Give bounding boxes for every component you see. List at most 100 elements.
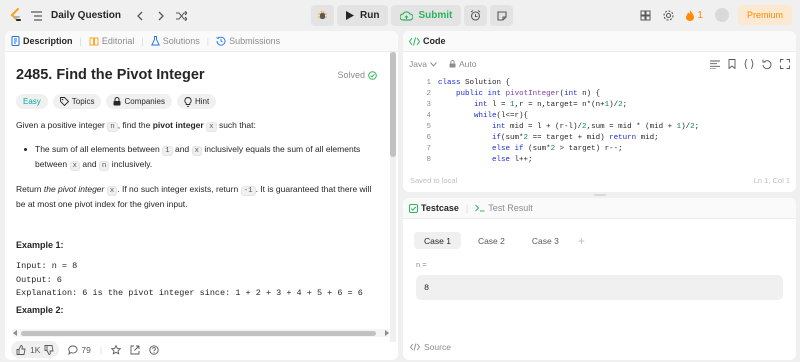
case-tabs: Case 1 Case 2 Case 3 + [414,232,796,249]
share-icon[interactable] [130,345,140,355]
streak-counter[interactable]: 1 [686,9,703,21]
flask-icon [150,36,160,46]
scroll-right-arrow-icon[interactable] [384,330,389,336]
tab-divider: | [465,203,469,213]
code-brackets-icon [410,343,420,351]
code-brackets-icon [409,36,420,46]
star-icon[interactable] [111,344,122,355]
submit-button[interactable]: Submit [391,5,462,26]
companies-tag[interactable]: Companies [106,94,172,109]
example-2-title: Example 2: [16,304,64,315]
add-case-plus-icon[interactable]: + [578,234,585,248]
saved-status: Saved to local [410,176,458,185]
testcase-input[interactable]: 8 [416,275,783,300]
text: such that: [216,120,256,130]
difficulty-badge: Easy [16,94,48,109]
scroll-left-arrow-icon[interactable] [13,330,18,336]
source-button[interactable]: Source [410,342,451,352]
language-value: Java [409,59,427,69]
tab-editorial-label: Editorial [101,36,135,46]
companies-label: Companies [124,97,165,106]
alarm-clock-icon [470,10,481,21]
chevron-left-icon[interactable] [136,11,143,21]
tab-test-result[interactable]: Test Result [475,203,533,213]
lock-icon [113,97,121,106]
premium-button[interactable]: Premium [737,5,792,25]
solved-label: Solved [337,70,365,80]
chevron-down-icon [430,61,437,67]
problem-title[interactable]: 2485. Find the Pivot Integer [16,67,205,83]
tab-submissions[interactable]: Submissions [216,36,280,46]
topics-tag[interactable]: Topics [52,94,102,109]
hint-tag[interactable]: Hint [176,94,217,109]
cloud-upload-icon [400,10,414,21]
tab-description[interactable]: Description [11,36,73,46]
code-line: else l++; [492,156,533,164]
chevron-right-icon[interactable] [158,11,165,21]
checkbox-icon [409,203,418,213]
thumbs-down-icon[interactable] [44,344,54,355]
text: Return [16,184,44,194]
case-3-tab[interactable]: Case 3 [522,232,569,249]
tab-testcase[interactable]: Testcase [409,203,459,213]
code-editor[interactable]: 1 2 3 4 5 6 7 8 class Solution { public … [403,76,796,164]
timer-button[interactable] [464,5,488,26]
code-line: while(l<=r){ [474,112,529,120]
vertical-scrollbar[interactable] [390,52,396,342]
auto-mode[interactable]: Auto [449,59,476,69]
tab-editorial[interactable]: Editorial [89,36,135,46]
run-button[interactable]: Run [337,5,389,26]
problem-list-icon[interactable] [31,10,42,21]
bookmark-icon[interactable] [728,59,736,69]
text: , find the [117,120,153,130]
case-2-tab[interactable]: Case 2 [468,232,515,249]
testcase-panel: Testcase | Test Result Case 1 Case 2 Cas… [403,198,796,360]
text: Given a positive integer [16,120,108,130]
code-line: int l = 1,r = n,target= n*(n+1)/2; [474,101,628,109]
problem-description: 2485. Find the Pivot Integer Solved Easy… [5,52,388,330]
shuffle-icon[interactable] [176,10,188,21]
scroll-thumb[interactable] [390,52,396,157]
top-bar: Daily Question Run Submit 1 Premium [0,0,800,31]
test-tab-bar: Testcase | Test Result [403,198,796,219]
inline-code: -1 [240,186,256,196]
case-1-tab[interactable]: Case 1 [414,232,461,249]
submit-label: Submit [418,10,453,21]
list-item: The sum of all elements between 1 and x … [24,143,377,173]
code-tab-bar: Code [403,31,796,52]
avatar[interactable] [714,8,729,22]
language-select[interactable]: Java [409,59,437,69]
notes-button[interactable] [490,5,514,26]
tab-code[interactable]: Code [409,36,446,46]
comments-button[interactable]: 79 [68,345,91,355]
expand-icon[interactable] [780,59,790,69]
italic-text: the pivot integer [43,184,107,194]
leetcode-logo-icon[interactable] [8,8,22,24]
text: and [172,144,192,154]
document-icon [11,36,20,46]
thumbs-up-icon[interactable] [16,344,26,355]
tab-divider: | [79,36,82,46]
tab-description-label: Description [23,36,73,46]
settings-gear-icon[interactable] [663,9,674,21]
tab-testcase-label: Testcase [421,203,459,213]
reset-icon[interactable] [762,59,772,69]
description-footer: 1K 79 | [5,339,398,360]
format-lines-icon[interactable] [710,59,720,69]
tab-submissions-label: Submissions [229,36,281,46]
layout-grid-icon[interactable] [640,10,651,21]
code-panel: Code Java Auto 1 2 3 4 5 6 7 8 class Sol… [403,31,796,192]
horizontal-scrollbar[interactable] [13,329,389,337]
line-number: 4 [426,112,431,120]
inline-code: x [191,146,203,156]
daily-question-title[interactable]: Daily Question [51,10,121,21]
line-number: 8 [426,156,431,164]
check-circle-icon [368,70,377,80]
curly-braces-icon[interactable] [744,59,754,69]
debug-button[interactable] [311,5,334,26]
like-dislike-pill: 1K [11,341,60,358]
tab-solutions[interactable]: Solutions [150,36,200,46]
help-question-icon[interactable] [149,344,159,355]
inline-code: 1 [162,146,173,156]
scroll-thumb[interactable] [21,331,376,336]
